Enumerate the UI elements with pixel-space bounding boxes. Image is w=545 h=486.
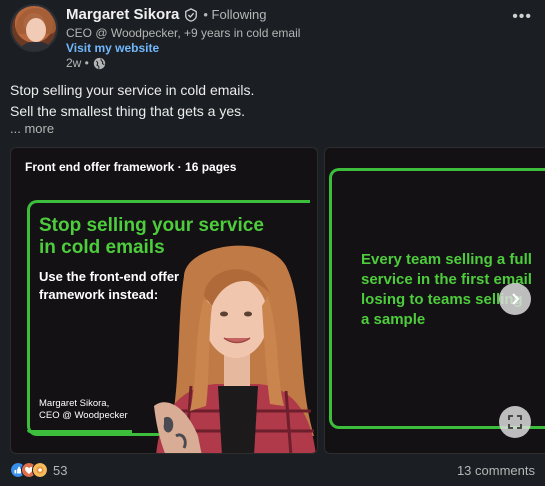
verified-icon: [185, 7, 198, 22]
post-meta: 2w •: [66, 56, 106, 70]
author-name[interactable]: Margaret Sikora: [66, 6, 179, 23]
globe-icon: [93, 57, 106, 69]
fullscreen-button[interactable]: [499, 406, 531, 438]
next-slide-button[interactable]: [499, 283, 531, 315]
document-carousel[interactable]: Front end offer framework · 16 pages Sto…: [10, 147, 545, 454]
reactions[interactable]: 53: [10, 462, 67, 478]
post-time: 2w •: [66, 56, 89, 70]
more-menu-icon[interactable]: •••: [512, 8, 532, 26]
see-more-button[interactable]: ... more: [10, 121, 54, 136]
following-status: • Following: [203, 7, 267, 22]
support-reaction-icon: [32, 462, 48, 478]
post-text: Stop selling your service in cold emails…: [10, 80, 254, 122]
social-counts: 53 13 comments: [10, 462, 535, 482]
website-link[interactable]: Visit my website: [66, 41, 159, 55]
chevron-right-icon: [512, 293, 520, 305]
comments-link[interactable]: 13 comments: [457, 463, 535, 478]
post-header: Margaret Sikora • Following CEO @ Woodpe…: [10, 4, 540, 70]
avatar[interactable]: [10, 4, 58, 52]
slide-frame-edge: [27, 430, 132, 433]
post-text-line: Stop selling your service in cold emails…: [10, 82, 255, 98]
portrait-image: [154, 245, 316, 453]
fullscreen-icon: [508, 415, 522, 429]
document-title: Front end offer framework · 16 pages: [25, 160, 237, 174]
author-name-row: Margaret Sikora • Following: [66, 6, 266, 23]
reaction-count: 53: [53, 462, 68, 478]
post-text-line: Sell the smallest thing that gets a yes.: [10, 103, 246, 119]
slide-signature: Margaret Sikora, CEO @ Woodpecker: [39, 398, 128, 421]
author-headline: CEO @ Woodpecker, +9 years in cold email: [66, 26, 301, 40]
document-slide-1[interactable]: Front end offer framework · 16 pages Sto…: [10, 147, 318, 454]
